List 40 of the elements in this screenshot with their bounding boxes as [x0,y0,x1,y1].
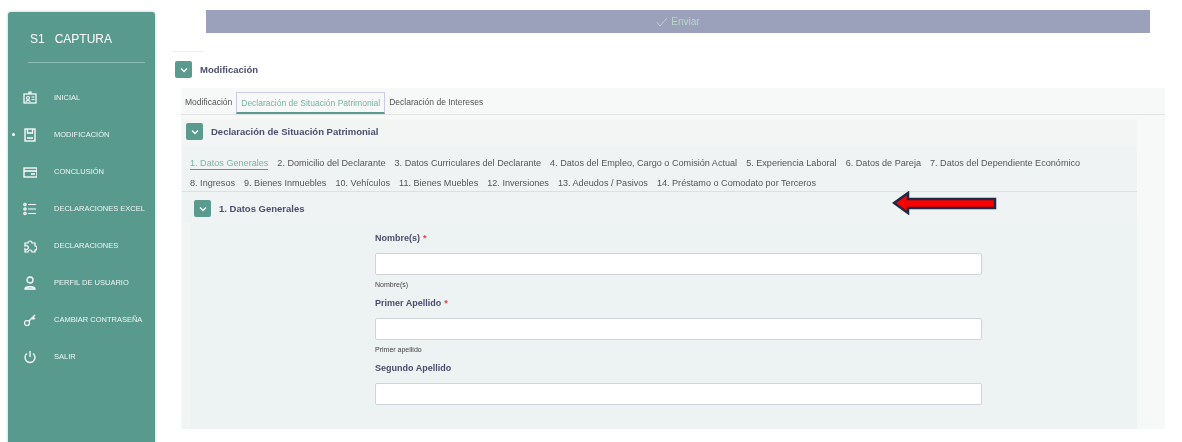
step-tab[interactable]: 4. Datos del Empleo, Cargo o Comisión Actual [550,150,738,169]
card-icon [23,164,37,179]
id-card-icon [23,90,37,105]
puzzle-icon [23,238,37,253]
step-tab[interactable]: 8. Ingresos [190,170,235,189]
step-tab[interactable]: 12. Inversiones [487,170,549,189]
power-icon [23,349,37,364]
input-field[interactable] [375,253,982,275]
step-tab[interactable]: 2. Domicilio del Declarante [277,150,386,169]
collapse-toggle[interactable] [175,61,192,78]
step-tab[interactable]: 10. Vehículos [335,170,390,189]
tab[interactable]: Declaración de Intereses [385,92,488,114]
collapse-toggle[interactable] [186,123,203,140]
step-tab[interactable]: 7. Datos del Dependiente Económico [929,150,1081,169]
key-icon [23,312,37,327]
step-tab[interactable]: 3. Datos Curriculares del Declarante [394,150,542,169]
input-field[interactable] [375,383,982,405]
section-title: 1. Datos Generales [219,203,305,214]
step-tab[interactable]: 13. Adeudos / Pasivos [557,170,648,189]
app-code: S1 [30,32,45,48]
step-tab[interactable]: 11. Bienes Muebles [399,170,479,189]
collapse-toggle[interactable] [194,200,211,217]
step-tab[interactable]: 14. Préstamo o Comodato por Terceros [656,170,816,189]
input-field[interactable] [375,318,982,340]
section-title: Modificación [200,64,259,75]
user-icon [23,275,37,290]
step-tab[interactable]: 9. Bienes Inmuebles [244,170,327,189]
field-label: Primer Apellido [375,298,442,308]
floppy-disk-icon [23,127,37,142]
check-icon [656,16,669,27]
section-title: Declaración de Situación Patrimonial [211,126,379,137]
app-title: CAPTURA [54,32,113,48]
field-label: Segundo Apellido [375,363,452,373]
tab[interactable]: Modificación [181,92,237,114]
field-label: Nombre(s) [375,233,420,243]
required-mark: * [444,298,448,308]
step-tab[interactable]: 5. Experiencia Laboral [746,150,837,169]
step-tab[interactable]: 6. Datos de Pareja [845,150,921,169]
required-mark: * [423,233,427,243]
list-icon [23,201,37,216]
